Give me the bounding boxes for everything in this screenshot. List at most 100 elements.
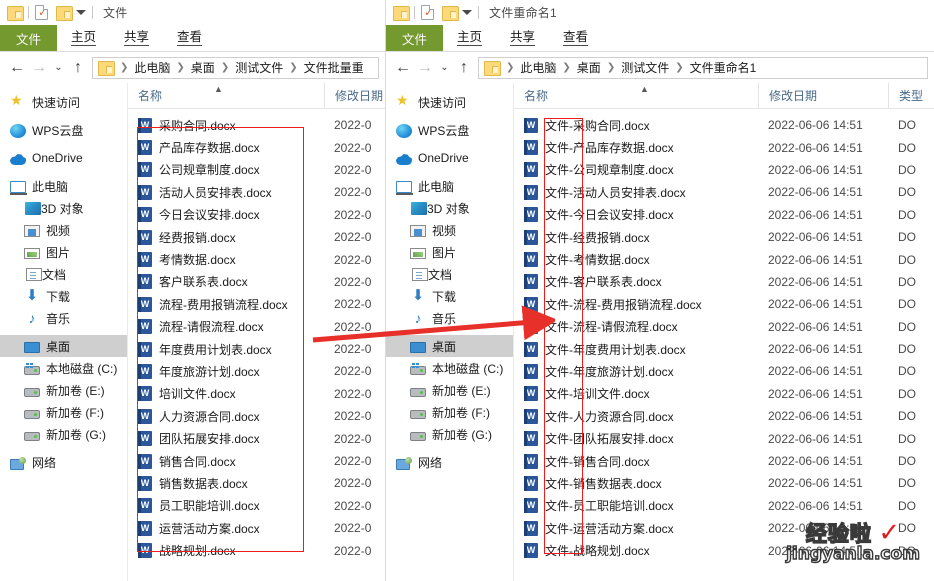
sidebar-item-right-11[interactable]: 本地磁盘 (C:) bbox=[386, 357, 513, 379]
file-name-cell[interactable]: W 流程-请假流程.docx bbox=[128, 318, 324, 335]
chevron-down-icon[interactable]: ⌄ bbox=[50, 57, 67, 79]
table-row[interactable]: W 运营活动方案.docx 2022-0 bbox=[128, 517, 385, 539]
file-name-cell[interactable]: W 战略规划.docx bbox=[128, 542, 324, 559]
table-row[interactable]: W 文件-运营活动方案.docx 2022-06-06 14:51 DO bbox=[514, 517, 934, 539]
table-row[interactable]: W 文件-销售合同.docx 2022-06-06 14:51 DO bbox=[514, 450, 934, 472]
sidebar-item-right-0[interactable]: 快速访问 bbox=[386, 91, 513, 113]
breadcrumb-item-2[interactable]: 测试文件 bbox=[233, 59, 285, 76]
forward-arrow-icon[interactable]: → bbox=[414, 57, 436, 79]
file-name-cell[interactable]: W 文件-活动人员安排表.docx bbox=[514, 184, 758, 201]
file-name-cell[interactable]: W 今日会议安排.docx bbox=[128, 206, 324, 223]
file-name-cell[interactable]: W 文件-采购合同.docx bbox=[514, 117, 758, 134]
sidebar-item-left-5[interactable]: 视频 bbox=[0, 219, 127, 241]
sidebar-item-right-2[interactable]: OneDrive bbox=[386, 147, 513, 169]
table-row[interactable]: W 文件-战略规划.docx 2022-06-06 14:51 DO bbox=[514, 539, 934, 561]
tab-share[interactable]: 共享 bbox=[110, 25, 163, 51]
file-name-cell[interactable]: W 文件-销售合同.docx bbox=[514, 453, 758, 470]
table-row[interactable]: W 年度旅游计划.docx 2022-0 bbox=[128, 360, 385, 382]
tab-home[interactable]: 主页 bbox=[57, 25, 110, 51]
file-name-cell[interactable]: W 文件-人力资源合同.docx bbox=[514, 408, 758, 425]
back-arrow-icon[interactable]: ← bbox=[392, 57, 414, 79]
breadcrumb-item-3[interactable]: 文件批量重 bbox=[302, 59, 366, 76]
file-name-cell[interactable]: W 活动人员安排表.docx bbox=[128, 184, 324, 201]
table-row[interactable]: W 产品库存数据.docx 2022-0 bbox=[128, 136, 385, 158]
file-name-cell[interactable]: W 销售数据表.docx bbox=[128, 475, 324, 492]
breadcrumb[interactable]: ❯ 此电脑 ❯ 桌面 ❯ 测试文件 ❯ 文件批量重 bbox=[92, 56, 379, 79]
table-row[interactable]: W 文件-人力资源合同.docx 2022-06-06 14:51 DO bbox=[514, 405, 934, 427]
breadcrumb-item-2[interactable]: 测试文件 bbox=[619, 59, 671, 76]
sidebar-item-left-8[interactable]: ⬇ 下载 bbox=[0, 285, 127, 307]
table-row[interactable]: W 战略规划.docx 2022-0 bbox=[128, 539, 385, 561]
folder-icon[interactable] bbox=[7, 6, 24, 21]
sidebar-item-right-14[interactable]: 新加卷 (G:) bbox=[386, 423, 513, 445]
forward-arrow-icon[interactable]: → bbox=[28, 57, 50, 79]
column-header-date[interactable]: 修改日期 bbox=[324, 83, 384, 108]
file-name-cell[interactable]: W 经费报销.docx bbox=[128, 229, 324, 246]
chevron-down-icon[interactable]: ⌄ bbox=[436, 57, 453, 79]
file-name-cell[interactable]: W 文件-考情数据.docx bbox=[514, 251, 758, 268]
sidebar-item-left-9[interactable]: ♪ 音乐 bbox=[0, 307, 127, 329]
table-row[interactable]: W 今日会议安排.docx 2022-0 bbox=[128, 204, 385, 226]
file-name-cell[interactable]: W 公司规章制度.docx bbox=[128, 161, 324, 178]
table-row[interactable]: W 年度费用计划表.docx 2022-0 bbox=[128, 338, 385, 360]
chevron-down-icon[interactable] bbox=[462, 10, 472, 15]
column-header-type[interactable]: 类型 bbox=[888, 83, 932, 108]
table-row[interactable]: W 文件-培训文件.docx 2022-06-06 14:51 DO bbox=[514, 383, 934, 405]
table-row[interactable]: W 文件-销售数据表.docx 2022-06-06 14:51 DO bbox=[514, 472, 934, 494]
table-row[interactable]: W 文件-年度费用计划表.docx 2022-06-06 14:51 DO bbox=[514, 338, 934, 360]
sidebar-item-left-4[interactable]: 3D 对象 bbox=[0, 197, 127, 219]
sidebar-item-right-7[interactable]: 文档 bbox=[386, 263, 513, 285]
new-folder-icon[interactable] bbox=[442, 6, 459, 21]
table-row[interactable]: W 文件-客户联系表.docx 2022-06-06 14:51 DO bbox=[514, 271, 934, 293]
up-arrow-icon[interactable]: ↑ bbox=[453, 57, 475, 79]
breadcrumb-item-1[interactable]: 桌面 bbox=[189, 59, 217, 76]
new-folder-icon[interactable] bbox=[56, 6, 73, 21]
file-name-cell[interactable]: W 客户联系表.docx bbox=[128, 273, 324, 290]
sidebar-item-right-1[interactable]: WPS云盘 bbox=[386, 119, 513, 141]
navigation-pane-left[interactable]: 快速访问 WPS云盘 OneDrive 此电脑 3D 对象视频图片文档⬇ 下载 ♪ 音乐桌面本… bbox=[0, 83, 128, 581]
file-name-cell[interactable]: W 文件-产品库存数据.docx bbox=[514, 139, 758, 156]
breadcrumb[interactable]: ❯ 此电脑 ❯ 桌面 ❯ 测试文件 ❯ 文件重命名1 bbox=[478, 56, 928, 79]
sidebar-item-right-5[interactable]: 视频 bbox=[386, 219, 513, 241]
file-name-cell[interactable]: W 考情数据.docx bbox=[128, 251, 324, 268]
file-name-cell[interactable]: W 销售合同.docx bbox=[128, 453, 324, 470]
table-row[interactable]: W 文件-年度旅游计划.docx 2022-06-06 14:51 DO bbox=[514, 360, 934, 382]
file-name-cell[interactable]: W 文件-销售数据表.docx bbox=[514, 475, 758, 492]
sidebar-item-left-14[interactable]: 新加卷 (G:) bbox=[0, 423, 127, 445]
table-row[interactable]: W 销售数据表.docx 2022-0 bbox=[128, 472, 385, 494]
sidebar-item-left-13[interactable]: 新加卷 (F:) bbox=[0, 401, 127, 423]
tab-file[interactable]: 文件 bbox=[386, 25, 444, 51]
sidebar-item-left-1[interactable]: WPS云盘 bbox=[0, 119, 127, 141]
table-row[interactable]: W 培训文件.docx 2022-0 bbox=[128, 383, 385, 405]
table-row[interactable]: W 团队拓展安排.docx 2022-0 bbox=[128, 427, 385, 449]
file-name-cell[interactable]: W 团队拓展安排.docx bbox=[128, 430, 324, 447]
file-name-cell[interactable]: W 年度旅游计划.docx bbox=[128, 363, 324, 380]
table-row[interactable]: W 销售合同.docx 2022-0 bbox=[128, 450, 385, 472]
sidebar-item-right-9[interactable]: ♪ 音乐 bbox=[386, 307, 513, 329]
file-name-cell[interactable]: W 员工职能培训.docx bbox=[128, 497, 324, 514]
table-row[interactable]: W 文件-活动人员安排表.docx 2022-06-06 14:51 DO bbox=[514, 181, 934, 203]
column-header-name[interactable]: 名称 ▲ bbox=[128, 83, 324, 108]
sidebar-item-right-10[interactable]: 桌面 bbox=[386, 335, 513, 357]
breadcrumb-item-1[interactable]: 桌面 bbox=[575, 59, 603, 76]
table-row[interactable]: W 文件-采购合同.docx 2022-06-06 14:51 DO bbox=[514, 114, 934, 136]
column-header-date[interactable]: 修改日期 bbox=[758, 83, 888, 108]
breadcrumb-item-0[interactable]: 此电脑 bbox=[132, 59, 172, 76]
tab-share[interactable]: 共享 bbox=[496, 25, 549, 51]
sidebar-item-right-15[interactable]: 网络 bbox=[386, 451, 513, 473]
file-name-cell[interactable]: W 文件-年度费用计划表.docx bbox=[514, 341, 758, 358]
sidebar-item-left-10[interactable]: 桌面 bbox=[0, 335, 127, 357]
file-name-cell[interactable]: W 文件-经费报销.docx bbox=[514, 229, 758, 246]
sidebar-item-left-15[interactable]: 网络 bbox=[0, 451, 127, 473]
file-name-cell[interactable]: W 文件-运营活动方案.docx bbox=[514, 520, 758, 537]
sidebar-item-right-6[interactable]: 图片 bbox=[386, 241, 513, 263]
file-name-cell[interactable]: W 运营活动方案.docx bbox=[128, 520, 324, 537]
sidebar-item-left-12[interactable]: 新加卷 (E:) bbox=[0, 379, 127, 401]
file-name-cell[interactable]: W 文件-团队拓展安排.docx bbox=[514, 430, 758, 447]
file-name-cell[interactable]: W 文件-流程-请假流程.docx bbox=[514, 318, 758, 335]
table-row[interactable]: W 文件-考情数据.docx 2022-06-06 14:51 DO bbox=[514, 248, 934, 270]
table-row[interactable]: W 公司规章制度.docx 2022-0 bbox=[128, 159, 385, 181]
sidebar-item-right-13[interactable]: 新加卷 (F:) bbox=[386, 401, 513, 423]
table-row[interactable]: W 考情数据.docx 2022-0 bbox=[128, 248, 385, 270]
sidebar-item-left-11[interactable]: 本地磁盘 (C:) bbox=[0, 357, 127, 379]
